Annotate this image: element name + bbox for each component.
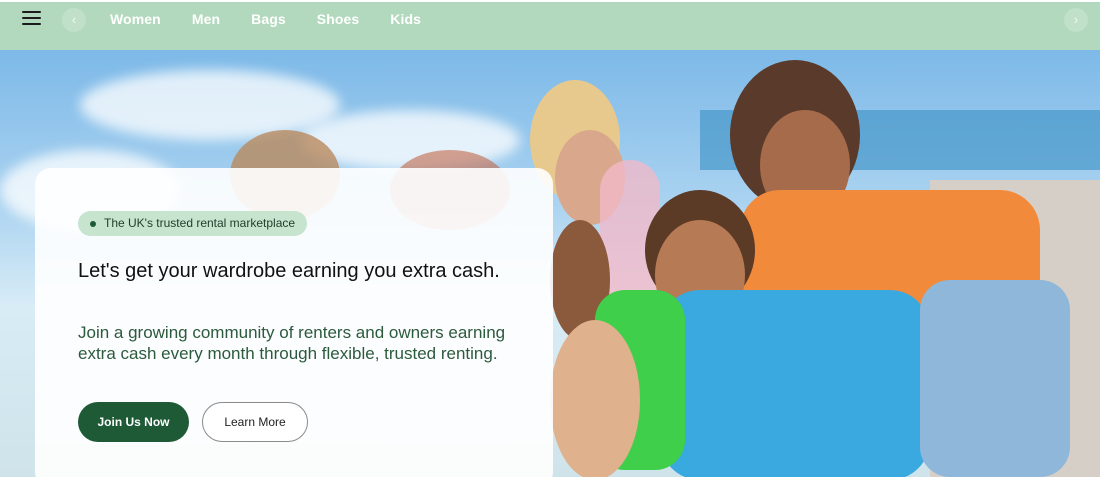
chevron-right-icon[interactable]: › (1064, 8, 1088, 32)
nav-item-kids[interactable]: Kids (390, 11, 421, 27)
nav-item-shoes[interactable]: Shoes (317, 11, 360, 27)
hamburger-icon[interactable] (22, 10, 42, 26)
category-nav: Women Men Bags Shoes Kids (110, 11, 452, 27)
top-navigation-bar: ‹ Women Men Bags Shoes Kids › (0, 0, 1100, 50)
chevron-left-icon[interactable]: ‹ (62, 8, 86, 32)
trust-badge: The UK's trusted rental marketplace (78, 211, 308, 236)
hero-subtext: Join a growing community of renters and … (78, 323, 506, 363)
learn-more-button[interactable]: Learn More (202, 402, 308, 442)
hero-banner: The UK's trusted rental marketplace Let'… (0, 50, 1100, 477)
nav-item-bags[interactable]: Bags (251, 11, 286, 27)
hero-headline: Let's get your wardrobe earning you extr… (78, 260, 500, 282)
hero-card: The UK's trusted rental marketplace Let'… (35, 168, 553, 477)
join-us-now-button[interactable]: Join Us Now (78, 402, 189, 442)
dot-icon (90, 221, 96, 227)
nav-item-men[interactable]: Men (192, 11, 220, 27)
nav-item-women[interactable]: Women (110, 11, 161, 27)
trust-badge-label: The UK's trusted rental marketplace (104, 216, 296, 230)
